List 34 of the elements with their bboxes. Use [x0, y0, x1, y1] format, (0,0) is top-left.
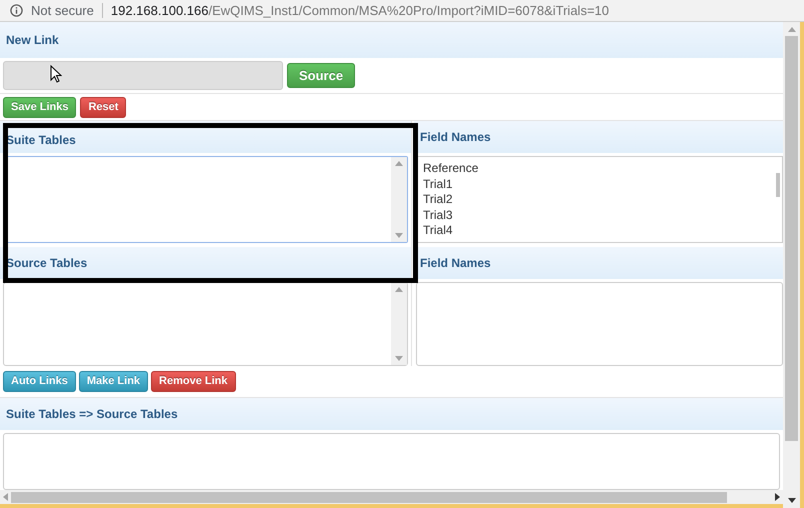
- scrollbar[interactable]: [391, 157, 407, 242]
- scroll-right-icon[interactable]: [775, 493, 780, 501]
- security-label: Not secure: [31, 2, 94, 20]
- section-header: Suite Tables => Source Tables: [0, 398, 783, 430]
- list-item[interactable]: Trial3: [417, 208, 776, 223]
- address-bar[interactable]: Not secure 192.168.100.166/EwQIMS_Inst1/Common/MSA%20Pro/Import?iMID=6078&iTrials=10: [0, 0, 804, 22]
- source-fields-list[interactable]: [416, 282, 783, 366]
- action-button[interactable]: Remove Link: [151, 371, 236, 392]
- scroll-up-icon[interactable]: [395, 287, 403, 292]
- list-item[interactable]: Trial4: [417, 223, 776, 238]
- list-item[interactable]: Trial2: [417, 192, 776, 208]
- scroll-down-icon[interactable]: [788, 498, 796, 503]
- scroll-thumb[interactable]: [785, 36, 798, 441]
- horizontal-scrollbar[interactable]: [0, 490, 783, 504]
- suite-fields-list[interactable]: Reference Trial1 Trial2 Trial3 Trial4: [416, 156, 783, 243]
- list-item[interactable]: Trial1: [417, 176, 776, 192]
- url-host: 192.168.100.166: [110, 2, 208, 20]
- scroll-up-icon[interactable]: [395, 161, 403, 166]
- section-header: Field Names: [414, 121, 783, 153]
- source-tables-list[interactable]: [3, 282, 408, 366]
- list-item[interactable]: Reference: [417, 161, 776, 176]
- scroll-up-icon[interactable]: [788, 27, 796, 32]
- action-button[interactable]: Reset: [80, 96, 126, 118]
- scroll-left-icon[interactable]: [3, 493, 8, 501]
- scroll-thumb[interactable]: [11, 492, 727, 502]
- scrollbar[interactable]: [391, 283, 407, 365]
- scroll-thumb[interactable]: [776, 173, 780, 197]
- url-path: /EwQIMS_Inst1/Common/MSA%20Pro/Import?iMID=6078&iTrials=10: [208, 2, 609, 20]
- mouse-cursor-icon: [50, 65, 62, 83]
- source-field[interactable]: [3, 61, 283, 90]
- section-header: New Link: [0, 22, 783, 58]
- section-header: Source Tables: [0, 247, 411, 279]
- info-icon[interactable]: [10, 4, 23, 17]
- page-scrollbar[interactable]: [783, 22, 800, 508]
